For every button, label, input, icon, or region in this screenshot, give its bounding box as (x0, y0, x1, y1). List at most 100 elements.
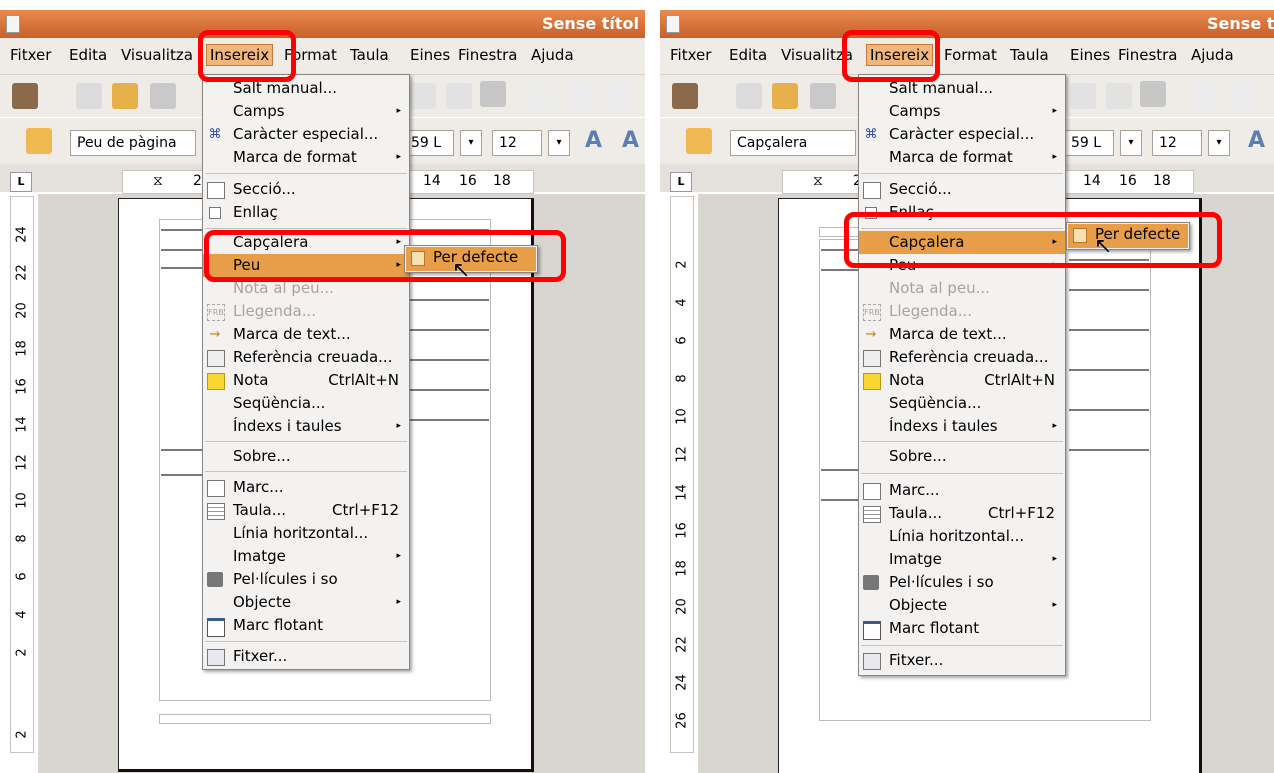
menu-item-fitxer[interactable]: Fitxer... (203, 645, 409, 668)
ruler-tick: 18 (1153, 173, 1171, 189)
paragraph-style-field[interactable]: Peu de pàgina (70, 130, 196, 156)
font-name-field[interactable]: 59 L (1064, 130, 1114, 156)
caption-icon: FRB (207, 304, 225, 321)
menu-fitxer[interactable]: Fitxer (10, 46, 51, 64)
vruler-tick: 26 (674, 712, 690, 729)
menu-item-camps[interactable]: Camps ▸ (203, 100, 409, 123)
font-color-icon[interactable]: A (1248, 128, 1265, 153)
font-color-icon[interactable]: A (585, 128, 602, 153)
menu-item-taula[interactable]: Taula... Ctrl+F12 (859, 502, 1065, 525)
spellcheck-icon[interactable] (410, 83, 436, 109)
menu-item-referencia-creuada[interactable]: Referència creuada... (859, 346, 1065, 369)
styles-icon[interactable] (686, 128, 712, 154)
footer-area[interactable] (159, 714, 491, 724)
menu-eines[interactable]: Eines (410, 46, 450, 64)
menu-edita[interactable]: Edita (729, 46, 767, 64)
menu-item-linia-horitzontal[interactable]: Línia horitzontal... (859, 525, 1065, 548)
menu-item-fitxer[interactable]: Fitxer... (859, 649, 1065, 672)
save-icon[interactable] (150, 83, 176, 109)
menu-eines[interactable]: Eines (1070, 46, 1110, 64)
menu-item-objecte[interactable]: Objecte ▸ (203, 591, 409, 614)
font-size-field[interactable]: 12 (492, 130, 542, 156)
menu-item-imatge[interactable]: Imatge ▸ (203, 545, 409, 568)
copy-icon[interactable] (570, 83, 596, 109)
styles-icon[interactable] (26, 128, 52, 154)
menu-finestra[interactable]: Finestra (1118, 46, 1178, 64)
font-size-dropdown-icon[interactable]: ▾ (548, 130, 570, 156)
menu-taula[interactable]: Taula (1010, 46, 1049, 64)
cross-reference-icon (863, 350, 881, 367)
menu-item-marc-flotant[interactable]: Marc flotant (859, 617, 1065, 640)
menu-item-seccio[interactable]: Secció... (859, 178, 1065, 201)
menu-visualitza[interactable]: Visualitza (121, 46, 193, 64)
tab-stop-selector[interactable]: L (10, 172, 32, 192)
menu-item-marca-de-text[interactable]: ⇝ Marca de text... (859, 323, 1065, 346)
annotation-highlight-insereix (198, 30, 296, 82)
highlight-icon[interactable]: A (622, 128, 639, 153)
tab-stop-selector[interactable]: L (670, 172, 692, 192)
menu-format[interactable]: Format (944, 46, 997, 64)
menu-item-pellicules-i-so[interactable]: Pel·lícules i so (859, 571, 1065, 594)
submenu-arrow-icon: ▸ (396, 421, 401, 431)
font-name-dropdown-icon[interactable]: ▾ (1120, 130, 1142, 156)
save-icon[interactable] (810, 83, 836, 109)
cross-reference-icon (207, 350, 225, 367)
font-size-dropdown-icon[interactable]: ▾ (1208, 130, 1230, 156)
vertical-ruler[interactable]: 24 22 20 18 16 14 12 10 8 6 4 2 2 (10, 196, 34, 753)
new-document-icon[interactable] (12, 83, 38, 109)
autospellcheck-active-icon[interactable] (480, 81, 506, 107)
autospellcheck-active-icon[interactable] (1140, 81, 1166, 107)
spellcheck-icon[interactable] (1070, 83, 1096, 109)
menu-ajuda[interactable]: Ajuda (1191, 46, 1234, 64)
cut-icon[interactable] (1190, 83, 1216, 109)
menu-item-marca-de-text[interactable]: ⇝ Marca de text... (203, 323, 409, 346)
menu-item-sobre[interactable]: Sobre... (859, 445, 1065, 468)
menu-item-marc[interactable]: Marc... (859, 479, 1065, 502)
new-document-icon[interactable] (672, 83, 698, 109)
template-icon[interactable] (76, 83, 102, 109)
menu-item-marca-de-format[interactable]: Marca de format ▸ (203, 146, 409, 169)
menu-item-sequencia[interactable]: Seqüència... (859, 392, 1065, 415)
menu-item-nota[interactable]: Nota CtrlAlt+N (203, 369, 409, 392)
menu-item-linia-horitzontal[interactable]: Línia horitzontal... (203, 522, 409, 545)
paste-icon[interactable] (605, 83, 631, 109)
autospellcheck-icon[interactable] (446, 83, 472, 109)
cut-icon[interactable] (530, 83, 556, 109)
paragraph-style-field[interactable]: Capçalera (730, 130, 856, 156)
menu-fitxer[interactable]: Fitxer (670, 46, 711, 64)
ruler-tick: 18 (493, 173, 511, 189)
menu-item-caracter-especial[interactable]: ⌘ Caràcter especial... (203, 123, 409, 146)
open-folder-icon[interactable] (772, 83, 798, 109)
menu-finestra[interactable]: Finestra (458, 46, 518, 64)
menu-item-imatge[interactable]: Imatge ▸ (859, 548, 1065, 571)
menu-item-marca-de-format[interactable]: Marca de format ▸ (859, 146, 1065, 169)
menu-item-objecte[interactable]: Objecte ▸ (859, 594, 1065, 617)
menu-item-marc-flotant[interactable]: Marc flotant (203, 614, 409, 637)
menu-item-caracter-especial[interactable]: ⌘ Caràcter especial... (859, 123, 1065, 146)
menu-item-marc[interactable]: Marc... (203, 476, 409, 499)
link-checkbox-icon (209, 207, 221, 219)
font-size-field[interactable]: 12 (1152, 130, 1202, 156)
menu-item-sequencia[interactable]: Seqüència... (203, 392, 409, 415)
open-folder-icon[interactable] (112, 83, 138, 109)
template-icon[interactable] (736, 83, 762, 109)
autospellcheck-icon[interactable] (1106, 83, 1132, 109)
menu-item-seccio[interactable]: Secció... (203, 178, 409, 201)
font-name-field[interactable]: 59 L (404, 130, 454, 156)
copy-icon[interactable] (1230, 83, 1256, 109)
menu-item-referencia-creuada[interactable]: Referència creuada... (203, 346, 409, 369)
menu-item-nota[interactable]: Nota CtrlAlt+N (859, 369, 1065, 392)
menu-item-indexs-i-taules[interactable]: Índexs i taules ▸ (859, 415, 1065, 438)
menu-taula[interactable]: Taula (350, 46, 389, 64)
menu-item-pellicules-i-so[interactable]: Pel·lícules i so (203, 568, 409, 591)
font-name-dropdown-icon[interactable]: ▾ (460, 130, 482, 156)
menu-item-taula[interactable]: Taula... Ctrl+F12 (203, 499, 409, 522)
menu-item-enllac[interactable]: Enllaç (203, 201, 409, 224)
menu-ajuda[interactable]: Ajuda (531, 46, 574, 64)
vertical-ruler[interactable]: 2 4 6 8 10 12 14 16 18 20 22 24 26 (670, 196, 694, 753)
menu-edita[interactable]: Edita (69, 46, 107, 64)
frame-icon (863, 483, 881, 500)
menu-item-sobre[interactable]: Sobre... (203, 445, 409, 468)
menu-item-indexs-i-taules[interactable]: Índexs i taules ▸ (203, 415, 409, 438)
menu-item-camps[interactable]: Camps ▸ (859, 100, 1065, 123)
